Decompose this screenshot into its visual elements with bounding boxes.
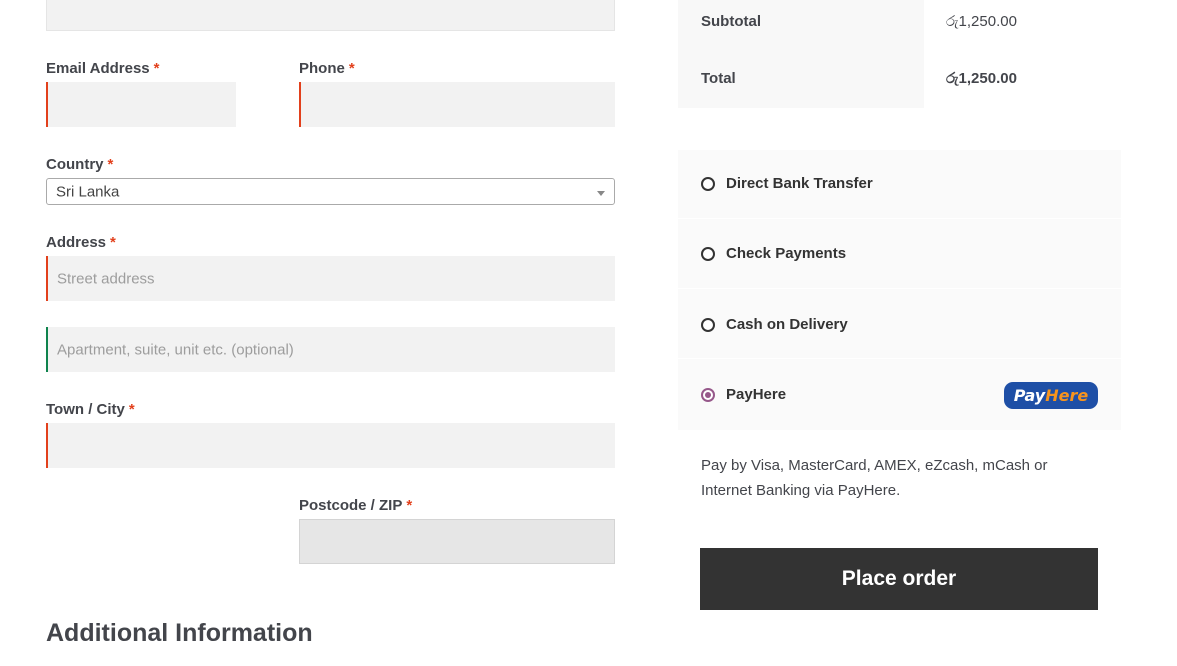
payment-method-cod[interactable]: Cash on Delivery	[678, 290, 1121, 359]
radio-button[interactable]	[701, 247, 715, 261]
radio-button[interactable]	[701, 177, 715, 191]
payment-method-label: Cash on Delivery	[726, 316, 848, 333]
city-label: Town / City *	[46, 401, 135, 418]
required-mark: *	[107, 156, 114, 173]
required-mark: *	[406, 497, 413, 514]
email-field[interactable]	[46, 82, 236, 127]
payhere-logo: PayHere	[1004, 382, 1098, 409]
apartment-placeholder: Apartment, suite, unit etc. (optional)	[57, 341, 294, 358]
required-mark: *	[348, 60, 355, 77]
chevron-down-icon	[597, 191, 605, 196]
country-value: Sri Lanka	[56, 183, 120, 200]
phone-field[interactable]	[299, 82, 615, 127]
country-select[interactable]: Sri Lanka	[46, 178, 615, 205]
payment-method-label: PayHere	[726, 386, 787, 403]
subtotal-value: රු1,250.00	[946, 13, 1017, 30]
additional-information-heading: Additional Information	[46, 619, 313, 647]
city-field[interactable]	[46, 423, 615, 468]
email-label: Email Address *	[46, 60, 160, 77]
payment-method-label: Direct Bank Transfer	[726, 175, 873, 192]
subtotal-label: Subtotal	[701, 13, 761, 30]
required-mark: *	[153, 60, 160, 77]
postcode-field[interactable]	[299, 519, 615, 564]
payment-method-label: Check Payments	[726, 245, 847, 262]
place-order-button[interactable]: Place order	[700, 548, 1098, 610]
required-mark: *	[110, 234, 116, 251]
radio-button[interactable]	[701, 318, 715, 332]
street-placeholder: Street address	[57, 270, 155, 287]
payment-description: Pay by Visa, MasterCard, AMEX, eZcash, m…	[701, 457, 1048, 499]
apartment-field[interactable]: Apartment, suite, unit etc. (optional)	[46, 327, 615, 372]
total-value: රු1,250.00	[946, 70, 1017, 87]
postcode-label: Postcode / ZIP *	[299, 497, 413, 514]
address-label: Address *	[46, 234, 116, 251]
radio-button-selected[interactable]	[701, 388, 715, 402]
street-address-field[interactable]: Street address	[46, 256, 615, 301]
payment-method-bank-transfer[interactable]: Direct Bank Transfer	[678, 150, 1121, 219]
payment-method-check[interactable]: Check Payments	[678, 220, 1121, 289]
country-label: Country *	[46, 156, 114, 173]
total-label: Total	[701, 70, 736, 87]
payment-methods: Direct Bank Transfer Check Payments Cash…	[678, 150, 1121, 430]
top-field[interactable]	[46, 0, 615, 31]
phone-label: Phone *	[299, 60, 355, 77]
required-mark: *	[128, 401, 135, 418]
